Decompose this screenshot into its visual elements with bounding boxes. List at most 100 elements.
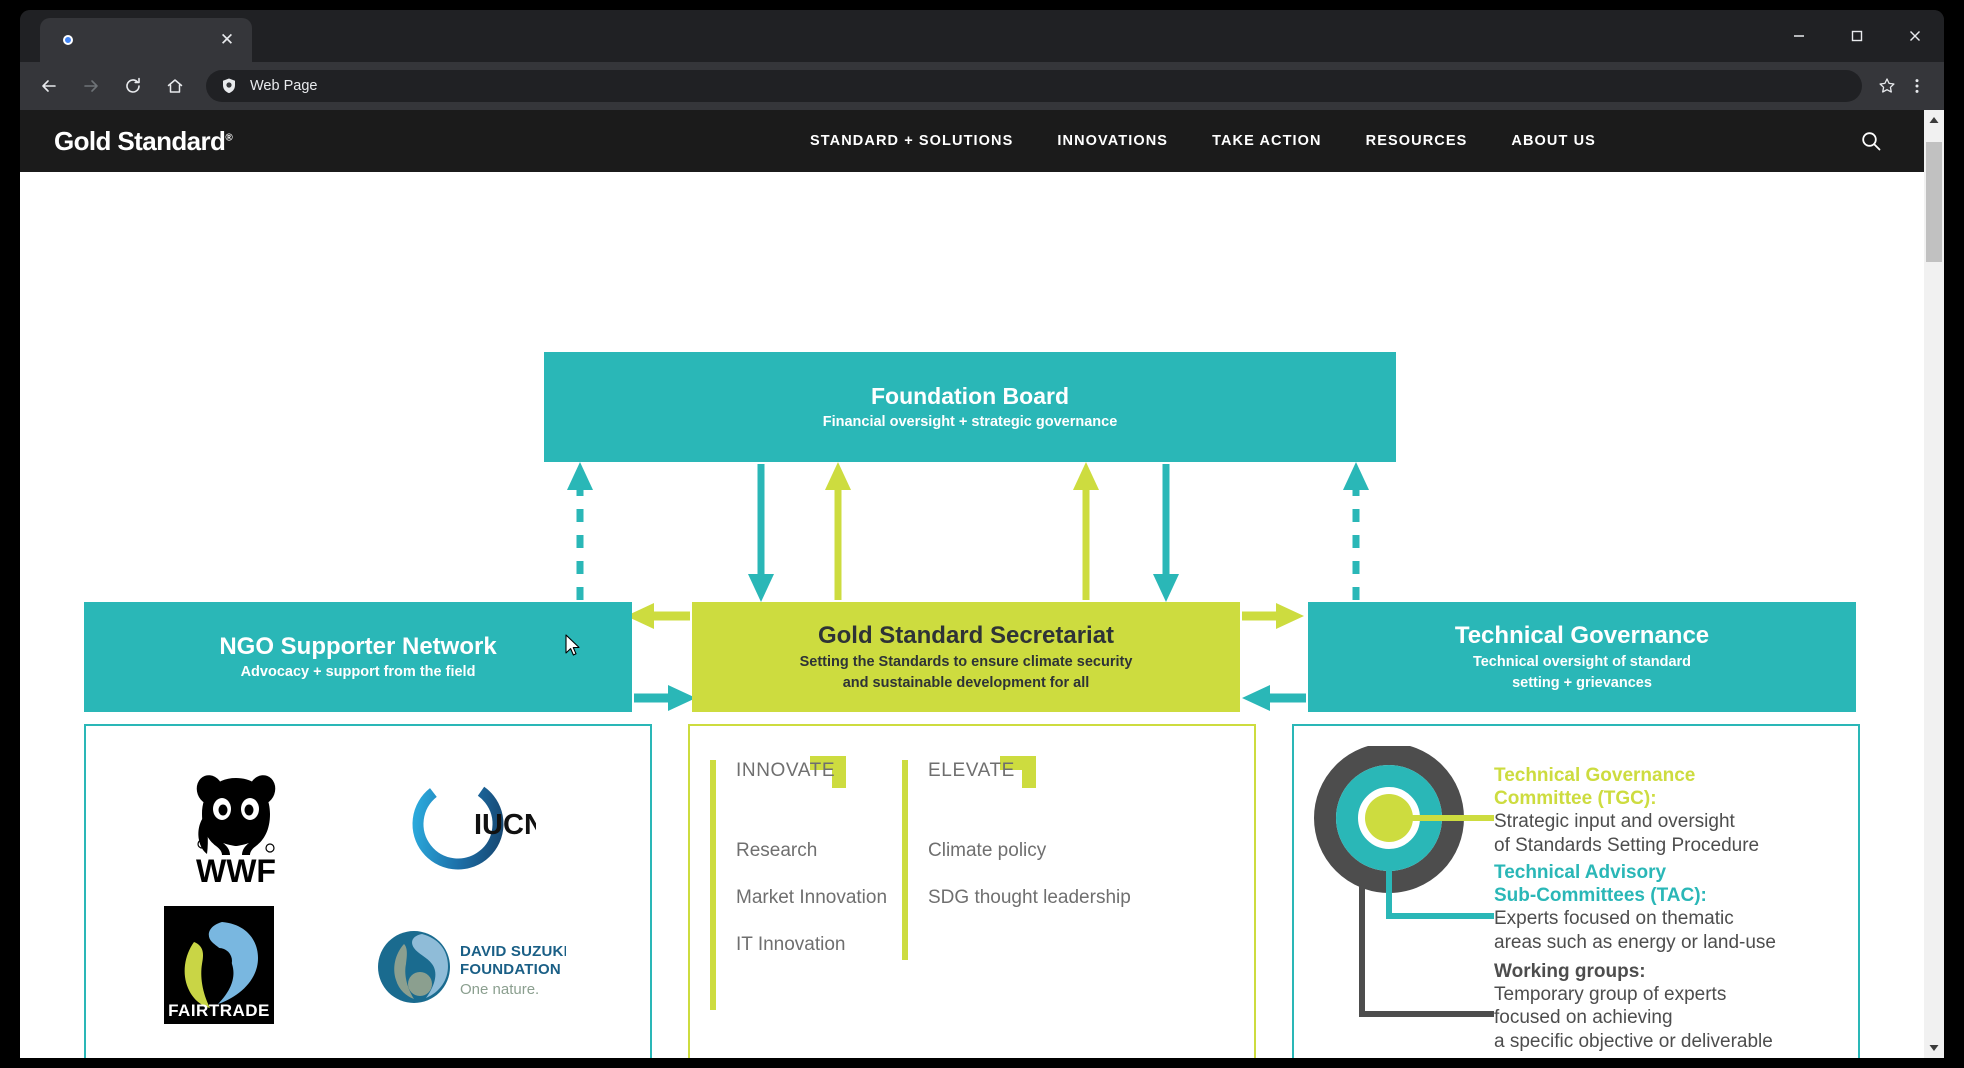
column-innovate-heading: INNOVATE — [736, 760, 836, 781]
arrow-ngo-to-secretariat — [634, 685, 696, 711]
scroll-down-icon[interactable] — [1924, 1038, 1944, 1058]
techgov-subtitle-line1: Technical oversight of standard — [1472, 653, 1692, 670]
site-logo-text: Gold Standard — [54, 125, 226, 156]
ds-line2: FOUNDATION — [460, 961, 561, 978]
tac-body-line1: Experts focused on thematic — [1494, 908, 1734, 930]
chrome-logo-icon — [58, 30, 78, 50]
secretariat-title: Gold Standard Secretariat — [817, 622, 1115, 650]
close-icon[interactable]: ✕ — [218, 31, 236, 49]
concentric-circles-diagram — [1314, 746, 1494, 1017]
secretariat-subtitle-line2: and sustainable development for all — [842, 674, 1090, 691]
david-suzuki-foundation-logo: DAVID SUZUKI FOUNDATION One nature. — [376, 926, 568, 1008]
ngo-title: NGO Supporter Network — [219, 632, 497, 660]
tac-heading-line2: Sub-Committees (TAC): — [1494, 885, 1707, 907]
working-groups-body-line2: focused on achieving — [1494, 1007, 1673, 1029]
browser-tab[interactable]: ✕ — [40, 18, 252, 62]
arrow-ngo-to-board — [567, 462, 593, 600]
registered-mark: ® — [225, 131, 233, 143]
foundation-board-box: Foundation Board Financial oversight + s… — [544, 352, 1396, 462]
bookmark-star-icon[interactable] — [1872, 71, 1902, 101]
tgc-body-line2: of Standards Setting Procedure — [1494, 834, 1760, 856]
working-groups-text-block: Working groups: Temporary group of exper… — [1494, 960, 1773, 1053]
foundation-board-subtitle: Financial oversight + strategic governan… — [822, 413, 1118, 430]
column-innovate-item: IT Innovation — [736, 934, 846, 955]
nav-item-about-us[interactable]: ABOUT US — [1511, 133, 1596, 149]
fairtrade-logo: FAIRTRADE — [164, 906, 274, 1024]
column-elevate-item: Climate policy — [928, 840, 1047, 861]
wwf-wordmark: WWF — [196, 853, 276, 886]
nav-item-take-action[interactable]: TAKE ACTION — [1212, 133, 1322, 149]
column-elevate-item: SDG thought leadership — [928, 887, 1131, 908]
arrow-secretariat-to-board-left — [825, 462, 851, 600]
page-content: Foundation Board Financial oversight + s… — [20, 172, 1944, 1058]
arrow-secretariat-to-ngo — [626, 603, 690, 629]
ngo-logos-panel: WWF IUCN FAIRTRADE DAVID SUZUKI FOUNDATI… — [84, 724, 652, 1058]
scrollbar-thumb[interactable] — [1926, 142, 1942, 262]
techgov-title: Technical Governance — [1454, 622, 1710, 650]
back-icon[interactable] — [32, 69, 66, 103]
techgov-subtitle-line2: setting + grievances — [1512, 674, 1652, 691]
working-groups-body-line3: a specific objective or deliverable — [1494, 1030, 1773, 1052]
arrow-board-to-secretariat-left — [748, 464, 774, 602]
ds-line1: DAVID SUZUKI — [460, 943, 566, 960]
page-viewport: Gold Standard® STANDARD + SOLUTIONS INNO… — [20, 110, 1944, 1058]
column-elevate: ELEVATE Climate policy SDG thought leade… — [902, 760, 1131, 960]
maximize-button[interactable] — [1828, 10, 1886, 62]
nav-item-innovations[interactable]: INNOVATIONS — [1057, 133, 1168, 149]
site-navigation: STANDARD + SOLUTIONS INNOVATIONS TAKE AC… — [810, 133, 1596, 149]
column-innovate: INNOVATE Research Market Innovation IT I… — [710, 760, 887, 1010]
tac-heading-line1: Technical Advisory — [1494, 862, 1667, 883]
arrow-secretariat-to-board-right — [1073, 462, 1099, 600]
window-controls — [1770, 10, 1944, 62]
column-elevate-heading: ELEVATE — [928, 760, 1015, 781]
technical-governance-box: Technical Governance Technical oversight… — [1308, 602, 1856, 712]
browser-window: ✕ Web Page Gold Standard® STANDARD + SOL… — [20, 10, 1944, 1058]
ngo-subtitle: Advocacy + support from the field — [240, 664, 476, 681]
tgc-heading-line1: Technical Governance — [1494, 765, 1696, 786]
site-logo[interactable]: Gold Standard® — [54, 125, 233, 157]
tgc-body-line1: Strategic input and oversight — [1494, 811, 1735, 833]
close-window-button[interactable] — [1886, 10, 1944, 62]
arrow-techgov-to-board — [1343, 462, 1369, 600]
site-header: Gold Standard® STANDARD + SOLUTIONS INNO… — [20, 110, 1944, 172]
arrow-board-to-secretariat-right — [1153, 464, 1179, 602]
secretariat-detail-panel: INNOVATE Research Market Innovation IT I… — [688, 724, 1256, 1058]
technical-governance-detail-panel: Technical Governance Committee (TGC): St… — [1292, 724, 1860, 1058]
home-icon[interactable] — [158, 69, 192, 103]
tac-text-block: Technical Advisory Sub-Committees (TAC):… — [1494, 861, 1776, 954]
arrow-techgov-to-secretariat — [1242, 685, 1306, 711]
mouse-cursor — [565, 634, 580, 656]
scroll-up-icon[interactable] — [1924, 110, 1944, 130]
tac-body-line2: areas such as energy or land-use — [1494, 931, 1776, 953]
tgc-heading-line2: Committee (TGC): — [1494, 788, 1657, 810]
tgc-text-block: Technical Governance Committee (TGC): St… — [1494, 764, 1759, 857]
secretariat-subtitle-line1: Setting the Standards to ensure climate … — [799, 653, 1133, 670]
forward-icon[interactable] — [74, 69, 108, 103]
browser-menu-icon[interactable] — [1902, 71, 1932, 101]
foundation-board-title: Foundation Board — [870, 383, 1070, 410]
leader-line-working-groups — [1359, 872, 1494, 1017]
iucn-wordmark: IUCN — [474, 809, 536, 841]
page-scrollbar[interactable] — [1924, 110, 1944, 1058]
address-bar[interactable]: Web Page — [206, 70, 1862, 102]
minimize-button[interactable] — [1770, 10, 1828, 62]
nav-item-resources[interactable]: RESOURCES — [1366, 133, 1468, 149]
working-groups-heading: Working groups: — [1494, 961, 1646, 982]
address-bar-text: Web Page — [250, 78, 318, 94]
column-innovate-item: Market Innovation — [736, 887, 888, 908]
working-groups-body-line1: Temporary group of experts — [1494, 984, 1727, 1006]
ds-tagline: One nature. — [460, 981, 539, 998]
search-icon[interactable] — [1860, 130, 1882, 152]
wwf-logo: WWF — [166, 766, 306, 889]
gold-standard-secretariat-box: Gold Standard Secretariat Setting the St… — [692, 602, 1240, 712]
browser-toolbar: Web Page — [20, 62, 1944, 110]
iucn-logo: IUCN — [406, 774, 545, 874]
reload-icon[interactable] — [116, 69, 150, 103]
browser-titlebar: ✕ — [20, 10, 1944, 62]
ngo-supporter-network-box: NGO Supporter Network Advocacy + support… — [84, 602, 632, 712]
column-innovate-item: Research — [736, 840, 818, 861]
arrow-secretariat-to-techgov — [1242, 603, 1304, 629]
fairtrade-wordmark: FAIRTRADE — [168, 1001, 270, 1020]
nav-item-standard-solutions[interactable]: STANDARD + SOLUTIONS — [810, 133, 1013, 149]
shield-icon — [220, 77, 238, 95]
